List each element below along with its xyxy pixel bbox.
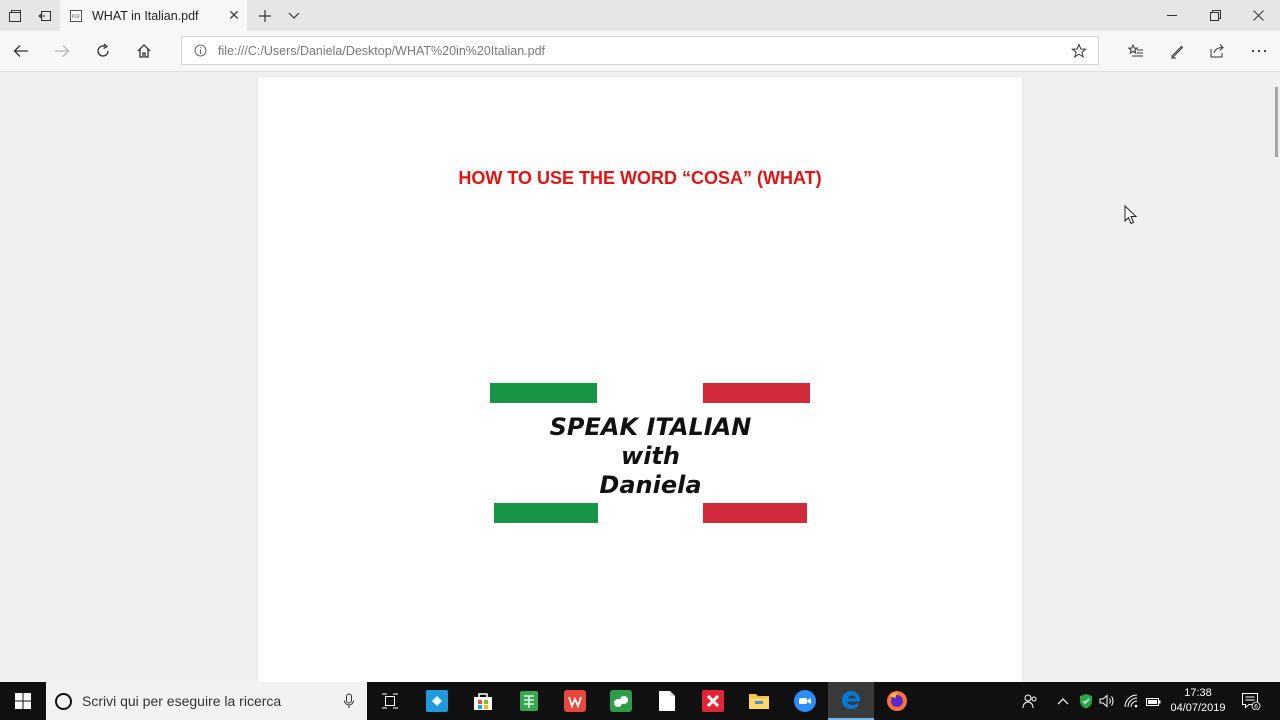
share-icon[interactable] bbox=[1197, 31, 1237, 71]
clock-date: 04/07/2019 bbox=[1170, 702, 1226, 714]
close-window-icon[interactable] bbox=[1237, 0, 1279, 31]
blank-document-icon[interactable] bbox=[644, 682, 690, 720]
tab-close-icon[interactable]: ✕ bbox=[221, 7, 247, 24]
speak-italian-logo: SPEAK ITALIAN with Daniela bbox=[488, 381, 813, 526]
title-bar: PDF WHAT in Italian.pdf ✕ bbox=[0, 0, 1280, 31]
flag-green-stripe-bottom bbox=[494, 503, 598, 523]
firefox-icon[interactable] bbox=[874, 682, 920, 720]
pdf-file-icon: PDF bbox=[70, 9, 82, 22]
notification-count: 6 bbox=[1254, 703, 1258, 710]
microphone-icon[interactable] bbox=[331, 693, 367, 709]
action-center-icon[interactable]: 6 bbox=[1238, 682, 1264, 720]
security-shield-icon[interactable] bbox=[1076, 682, 1096, 720]
navigation-bar: file:///C:/Users/Daniela/Desktop/WHAT%20… bbox=[0, 31, 1280, 72]
pdf-page: HOW TO USE THE WORD “COSA” (WHAT) SPEAK … bbox=[258, 77, 1022, 682]
system-clock[interactable]: 17:38 04/07/2019 bbox=[1164, 682, 1232, 720]
forward-arrow-icon[interactable] bbox=[42, 31, 82, 71]
logo-line-2: with bbox=[621, 442, 680, 470]
set-aside-tabs-icon[interactable] bbox=[30, 0, 60, 31]
tab-active[interactable]: PDF WHAT in Italian.pdf ✕ bbox=[60, 0, 247, 31]
wifi-icon[interactable] bbox=[1121, 682, 1141, 720]
favorites-hub-icon[interactable] bbox=[1116, 31, 1156, 71]
pdf-viewer[interactable]: HOW TO USE THE WORD “COSA” (WHAT) SPEAK … bbox=[0, 72, 1280, 682]
search-placeholder[interactable]: Scrivi qui per eseguire la ricerca bbox=[82, 693, 331, 709]
svg-text:PDF: PDF bbox=[72, 14, 81, 20]
new-tab-icon[interactable] bbox=[254, 0, 276, 31]
file-explorer-icon[interactable] bbox=[736, 682, 782, 720]
back-arrow-icon[interactable] bbox=[1, 31, 41, 71]
clock-time: 17:38 bbox=[1184, 687, 1212, 699]
vertical-scrollbar[interactable] bbox=[1272, 72, 1280, 682]
store-icon[interactable] bbox=[460, 682, 506, 720]
volume-icon[interactable] bbox=[1097, 682, 1117, 720]
tab-preview-icon[interactable] bbox=[0, 0, 30, 31]
spreadsheet-app-icon[interactable] bbox=[506, 682, 552, 720]
tab-title: WHAT in Italian.pdf bbox=[92, 8, 199, 23]
zoom-icon[interactable] bbox=[782, 682, 828, 720]
chevron-up-icon[interactable] bbox=[1054, 682, 1072, 720]
edu-app-icon[interactable] bbox=[414, 682, 460, 720]
wps-office-icon[interactable] bbox=[552, 682, 598, 720]
scrollbar-thumb[interactable] bbox=[1275, 87, 1278, 157]
logo-line-1: SPEAK ITALIAN bbox=[549, 413, 752, 441]
flag-red-stripe-bottom bbox=[703, 503, 807, 523]
pen-notes-icon[interactable] bbox=[1157, 31, 1197, 71]
green-app-icon[interactable] bbox=[598, 682, 644, 720]
address-bar[interactable]: file:///C:/Users/Daniela/Desktop/WHAT%20… bbox=[181, 36, 1099, 65]
taskbar: Scrivi qui per eseguire la ricerca 17:38… bbox=[0, 682, 1280, 720]
edge-browser-icon[interactable] bbox=[828, 682, 874, 720]
more-menu-icon[interactable] bbox=[1239, 31, 1279, 71]
document-heading: HOW TO USE THE WORD “COSA” (WHAT) bbox=[458, 168, 822, 188]
refresh-icon[interactable] bbox=[83, 31, 123, 71]
favorite-star-icon[interactable] bbox=[1060, 42, 1098, 59]
logo-line-3: Daniela bbox=[599, 471, 702, 499]
windows-start-icon[interactable] bbox=[0, 682, 46, 720]
taskbar-search[interactable]: Scrivi qui per eseguire la ricerca bbox=[46, 682, 367, 720]
people-icon[interactable] bbox=[1018, 682, 1042, 720]
minimize-icon[interactable] bbox=[1151, 0, 1193, 31]
mouse-cursor-icon bbox=[1124, 205, 1138, 225]
cortana-icon[interactable] bbox=[55, 692, 72, 710]
address-url[interactable]: file:///C:/Users/Daniela/Desktop/WHAT%20… bbox=[218, 44, 1060, 58]
restore-icon[interactable] bbox=[1194, 0, 1236, 31]
flag-red-stripe-top bbox=[703, 383, 810, 403]
battery-icon[interactable] bbox=[1143, 682, 1163, 720]
home-icon[interactable] bbox=[124, 31, 164, 71]
task-view-icon[interactable] bbox=[367, 682, 413, 720]
chevron-down-icon[interactable] bbox=[284, 0, 304, 31]
flag-green-stripe-top bbox=[490, 383, 597, 403]
info-icon[interactable] bbox=[192, 44, 208, 57]
xmind-icon[interactable] bbox=[690, 682, 736, 720]
